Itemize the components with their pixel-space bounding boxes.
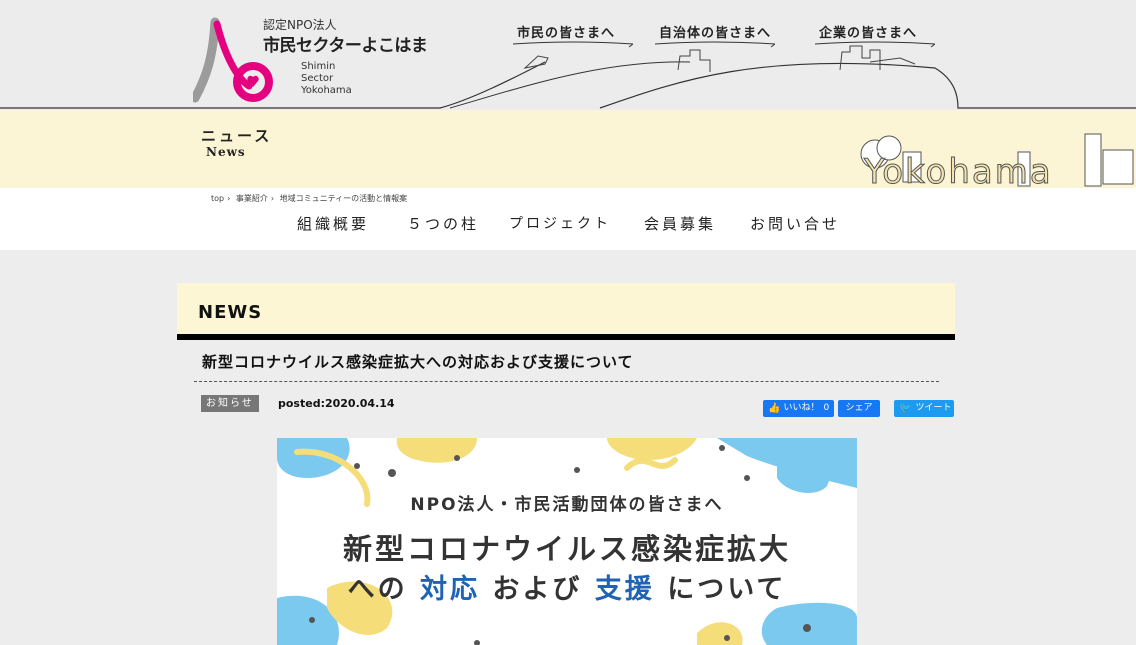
breadcrumb-top[interactable]: top — [211, 194, 224, 203]
topnav-municipalities[interactable]: 自治体の皆さまへ — [655, 22, 775, 48]
twitter-bird-icon: 🐦 — [899, 403, 912, 414]
site-header: 認定NPO法人 市民セクターよこはま Shimin Sector Yokoham… — [0, 0, 1136, 112]
news-section-heading: NEWS — [198, 302, 263, 323]
topnav-companies[interactable]: 企業の皆さまへ — [815, 22, 935, 48]
yokohama-lettering: Yokohama — [864, 152, 1053, 193]
topnav-underline-icon — [815, 41, 935, 48]
breadcrumb: top › 事業紹介 › 地域コミュニティーの活動と情報案 — [211, 193, 410, 204]
section-divider — [177, 334, 955, 340]
banner-highlight-support: 支援 — [594, 574, 655, 605]
page-subtitle: News — [206, 145, 246, 159]
breadcrumb-business[interactable]: 事業紹介 — [236, 194, 268, 203]
facebook-like-button[interactable]: 👍 いいね！ 0 — [763, 400, 834, 417]
topnav-citizens-label: 市民の皆さまへ — [517, 26, 616, 41]
nav-membership[interactable]: 会員募集 — [644, 213, 716, 234]
topnav-companies-label: 企業の皆さまへ — [819, 26, 918, 41]
banner-audience-line: NPO法人・市民活動団体の皆さまへ — [410, 495, 724, 515]
main-navigation: top › 事業紹介 › 地域コミュニティーの活動と情報案 組織概要 ５つの柱 プロ… — [0, 188, 1136, 250]
facebook-share-button[interactable]: シェア — [838, 400, 880, 417]
page-banner: ニュース News Yokohama — [0, 110, 1136, 198]
logo-org-name: 市民セクターよこはま — [263, 36, 428, 56]
site-logo[interactable]: 認定NPO法人 市民セクターよこはま Shimin Sector Yokoham… — [193, 16, 443, 104]
banner-text-part: への — [347, 574, 420, 605]
article-banner-image: NPO法人・市民活動団体の皆さまへ 新型コロナウイルス感染症拡大 への 対応 お… — [277, 438, 857, 645]
topnav-municipalities-label: 自治体の皆さまへ — [659, 26, 772, 41]
like-count: 0 — [823, 403, 830, 413]
tweet-button[interactable]: 🐦 ツイート — [894, 400, 954, 417]
banner-headline-line-2: への 対応 および 支援 について — [277, 567, 857, 606]
banner-highlight-response: 対応 — [420, 574, 480, 605]
nav-contact[interactable]: お問い合せ — [750, 213, 840, 234]
header-skyline-lines — [0, 45, 1136, 109]
page-title: ニュース — [201, 127, 273, 145]
thumbs-up-icon: 👍 — [768, 403, 781, 414]
topnav-underline-icon — [655, 41, 775, 48]
logo-english-name: Shimin Sector Yokohama — [301, 61, 352, 97]
banner-text-part: について — [654, 574, 787, 605]
tweet-label: ツイート — [915, 403, 952, 413]
logo-mark-icon — [193, 17, 273, 103]
nav-projects[interactable]: プロジェクト — [509, 213, 611, 233]
breadcrumb-separator: › — [227, 194, 231, 203]
nav-five-pillars[interactable]: ５つの柱 — [407, 213, 479, 234]
posted-date: posted:2020.04.14 — [278, 397, 395, 410]
breadcrumb-current: 地域コミュニティーの活動と情報案 — [279, 194, 408, 203]
banner-headline-line-1: 新型コロナウイルス感染症拡大 — [342, 532, 791, 566]
banner-text-part: および — [480, 574, 595, 605]
logo-en-line-3: Yokohama — [301, 85, 352, 96]
category-badge[interactable]: お知らせ — [201, 395, 259, 412]
logo-en-line-1: Shimin — [301, 61, 336, 72]
like-label: いいね！ — [783, 403, 820, 413]
topnav-citizens[interactable]: 市民の皆さまへ — [513, 22, 633, 48]
logo-en-line-2: Sector — [301, 73, 334, 84]
news-section-header: NEWS — [177, 283, 955, 334]
breadcrumb-separator: › — [270, 194, 275, 203]
dashed-divider — [194, 381, 939, 382]
topnav-underline-icon — [513, 41, 633, 48]
article-title: 新型コロナウイルス感染症拡大への対応および支援について — [202, 353, 634, 371]
nav-organization[interactable]: 組織概要 — [297, 213, 369, 234]
